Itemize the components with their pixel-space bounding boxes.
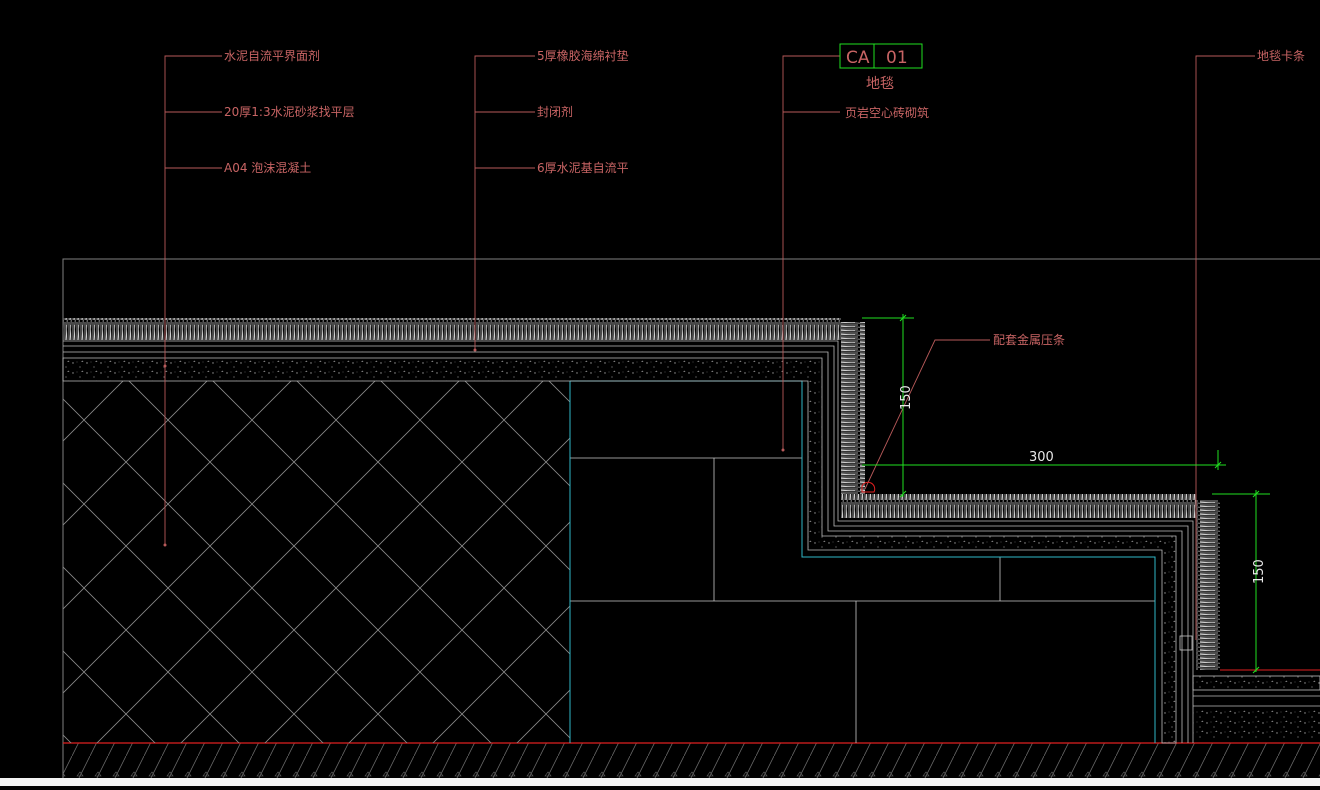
material-tag[interactable]: CA 01 地毯 [839, 43, 923, 92]
tag-name: 地毯 [866, 76, 894, 92]
label-carpet-gripper: 地毯卡条 [1257, 49, 1305, 63]
label-shale-brick: 页岩空心砖砌筑 [845, 105, 929, 120]
label-self-leveling-primer: 水泥自流平界面剂 [224, 48, 320, 63]
label-sealer: 封闭剂 [537, 104, 573, 119]
dim-riser-upper: 150 [899, 385, 914, 410]
foam-concrete-fill [63, 381, 570, 743]
label-foam-concrete: A04 泡沫混凝土 [224, 160, 311, 175]
label-self-leveling: 6厚水泥基自流平 [537, 161, 629, 175]
dim-riser-lower: 150 [1252, 559, 1267, 584]
cursor-glyph: ' [3, 775, 6, 785]
label-mortar-screed: 20厚1:3水泥砂浆找平层 [224, 104, 355, 119]
tag-code: CA [846, 48, 870, 68]
ground-hatch [63, 743, 1320, 778]
cad-viewport[interactable]: 水泥自流平界面剂 20厚1:3水泥砂浆找平层 A04 泡沫混凝土 5厚橡胶海绵衬… [0, 0, 1320, 786]
label-rubber-underlay: 5厚橡胶海绵衬垫 [537, 48, 629, 63]
command-line[interactable]: ' [0, 775, 1320, 786]
label-metal-trim: 配套金属压条 [993, 332, 1065, 347]
tag-number: 01 [886, 48, 908, 68]
dim-tread: 300 [1029, 450, 1054, 465]
stair-section-drawing: 水泥自流平界面剂 20厚1:3水泥砂浆找平层 A04 泡沫混凝土 5厚橡胶海绵衬… [62, 43, 1320, 780]
